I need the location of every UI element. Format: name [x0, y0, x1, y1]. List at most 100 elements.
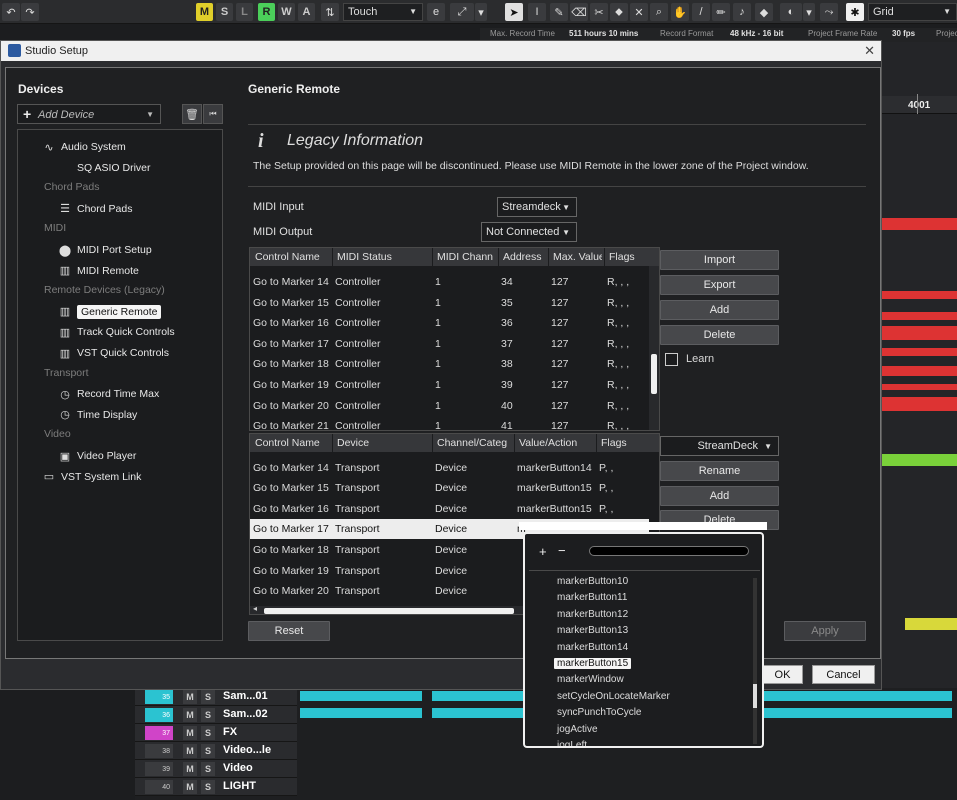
color-tool-icon[interactable]: ◆ [755, 3, 773, 21]
mode-a-button[interactable]: A [298, 3, 315, 21]
column-header[interactable]: Value/Action [519, 437, 594, 449]
table-row[interactable]: Go to Marker 18 Controller 1 38 127 R, , , [250, 354, 649, 374]
line-tool-icon[interactable]: / [692, 3, 710, 21]
column-separator[interactable] [596, 434, 597, 452]
midi-input-select[interactable]: Streamdeck ▼ [497, 197, 577, 217]
column-separator[interactable] [432, 248, 433, 266]
column-separator[interactable] [498, 248, 499, 266]
audio-clip[interactable] [300, 691, 422, 701]
table-row[interactable]: Go to Marker 21 Controller 1 41 127 R, , , [250, 416, 649, 430]
table-row[interactable]: Go to Marker 20 Controller 1 40 127 R, , , [250, 396, 649, 416]
hand-tool-icon[interactable]: ✋ [671, 3, 689, 21]
column-separator[interactable] [432, 434, 433, 452]
tree-item[interactable]: ⬤ MIDI Port Setup [58, 241, 152, 259]
track-row[interactable]: 40 M S LIGHT [135, 778, 297, 796]
range-tool-icon[interactable]: I [528, 3, 546, 21]
tree-item[interactable]: ▥ Track Quick Controls [58, 323, 175, 341]
tree-item[interactable]: ▥ Generic Remote [58, 303, 162, 321]
track-row[interactable]: 37 M S FX [135, 724, 297, 742]
column-header[interactable]: Max. Value [553, 251, 602, 263]
solo-button[interactable]: S [201, 780, 215, 794]
midi-output-select[interactable]: Not Connected ▼ [481, 222, 577, 242]
mute-button[interactable]: M [183, 690, 197, 704]
split-tool-icon[interactable]: ✂ [590, 3, 608, 21]
popup-list-item[interactable]: markerButton11 [557, 592, 627, 603]
column-header[interactable]: Control Name [255, 437, 330, 449]
column-separator[interactable] [548, 248, 549, 266]
popup-list-item[interactable]: markerButton12 [557, 609, 628, 620]
tree-item[interactable]: ◷ Time Display [58, 406, 137, 424]
track-row[interactable]: 39 M S Video [135, 760, 297, 778]
reset-device-icon[interactable]: ⏮ [203, 104, 223, 124]
column-separator[interactable] [604, 248, 605, 266]
mode-s-button[interactable]: S [216, 3, 233, 21]
scrollbar-thumb[interactable] [651, 354, 657, 394]
solo-button[interactable]: S [201, 762, 215, 776]
tree-item[interactable]: ▣ Video Player [58, 447, 137, 465]
column-header[interactable]: Device [337, 437, 430, 449]
table-row[interactable]: Go to Marker 14 Transport Device markerButt… [250, 458, 649, 478]
quantize-icon[interactable]: ⤳ [820, 3, 838, 21]
scrollbar[interactable] [753, 578, 757, 744]
nudge-icon[interactable]: ◐ [780, 3, 802, 21]
ok-button[interactable]: OK [762, 665, 803, 684]
delete-device-icon[interactable]: 🗑 [182, 104, 202, 124]
popup-list-item[interactable]: jogActive [557, 724, 598, 735]
automation-icon[interactable]: ⇅ [321, 3, 339, 21]
event-clip[interactable] [882, 326, 957, 340]
scrollbar-thumb[interactable] [753, 684, 757, 708]
apply-button[interactable]: Apply [784, 621, 866, 641]
table-row[interactable]: Go to Marker 15 Transport Device markerButt… [250, 478, 649, 498]
solo-button[interactable]: S [201, 726, 215, 740]
close-icon[interactable]: ✕ [864, 43, 875, 59]
mode-m-button[interactable]: M [196, 3, 213, 21]
chevron-down-icon[interactable]: ▾ [475, 3, 487, 21]
mode-r-button[interactable]: R [258, 3, 275, 21]
track-row[interactable]: 35 M S Sam...01 [135, 688, 297, 706]
tree-item[interactable]: ◷ Record Time Max [58, 385, 159, 403]
collapse-all-icon[interactable]: − [558, 543, 566, 558]
column-header[interactable]: Flags [601, 437, 647, 449]
undo-icon[interactable]: ↶ [2, 3, 20, 21]
import-button[interactable]: Import [660, 250, 779, 270]
popup-list-item[interactable]: markerWindow [557, 674, 624, 685]
mute-tool-icon[interactable]: ✕ [630, 3, 648, 21]
event-clip[interactable] [882, 312, 957, 320]
column-header[interactable]: MIDI Status [337, 251, 430, 263]
mute-button[interactable]: M [183, 708, 197, 722]
zoom-tool-icon[interactable]: ⌕ [650, 3, 668, 21]
edit-icon[interactable]: e [427, 3, 445, 21]
table-row[interactable]: Go to Marker 17 Controller 1 37 127 R, , , [250, 334, 649, 354]
mute-button[interactable]: M [183, 780, 197, 794]
add-button[interactable]: Add [660, 300, 779, 320]
column-separator[interactable] [332, 248, 333, 266]
tree-item[interactable]: SQ ASIO Driver [58, 159, 151, 177]
scrollbar[interactable] [649, 266, 659, 430]
column-header[interactable]: Control Name [255, 251, 330, 263]
cancel-button[interactable]: Cancel [812, 665, 875, 684]
popup-list-item[interactable]: syncPunchToCycle [557, 707, 641, 718]
column-separator[interactable] [332, 434, 333, 452]
add-device-select[interactable]: + Add Device ▼ [17, 104, 161, 124]
draw-tool-icon[interactable]: ✎ [550, 3, 568, 21]
chevron-down-icon[interactable]: ▾ [803, 3, 815, 21]
mode-w-button[interactable]: W [278, 3, 295, 21]
automation-mode-select[interactable]: Touch ▼ [343, 3, 423, 21]
column-header[interactable]: MIDI Chann [437, 251, 496, 263]
table-row[interactable]: Go to Marker 16 Transport Device markerButt… [250, 499, 649, 519]
expand-all-icon[interactable]: + [539, 544, 547, 559]
track-row[interactable]: 38 M S Video...le [135, 742, 297, 760]
chevron-left-icon[interactable]: ◂ [253, 604, 257, 613]
bank-select[interactable]: StreamDeck ▼ [660, 436, 779, 456]
column-header[interactable]: Flags [609, 251, 647, 263]
speaker-tool-icon[interactable]: ♪ [733, 3, 751, 21]
popup-list-item[interactable]: markerButton14 [557, 642, 628, 653]
add-command-button[interactable]: Add [660, 486, 779, 506]
event-clip[interactable] [882, 291, 957, 299]
event-clip[interactable] [905, 618, 957, 630]
export-button[interactable]: Export [660, 275, 779, 295]
tree-item[interactable]: ▥ VST Quick Controls [58, 344, 169, 362]
tree-item[interactable]: ▭ VST System Link [42, 468, 142, 486]
delete-button[interactable]: Delete [660, 325, 779, 345]
mute-button[interactable]: M [183, 744, 197, 758]
